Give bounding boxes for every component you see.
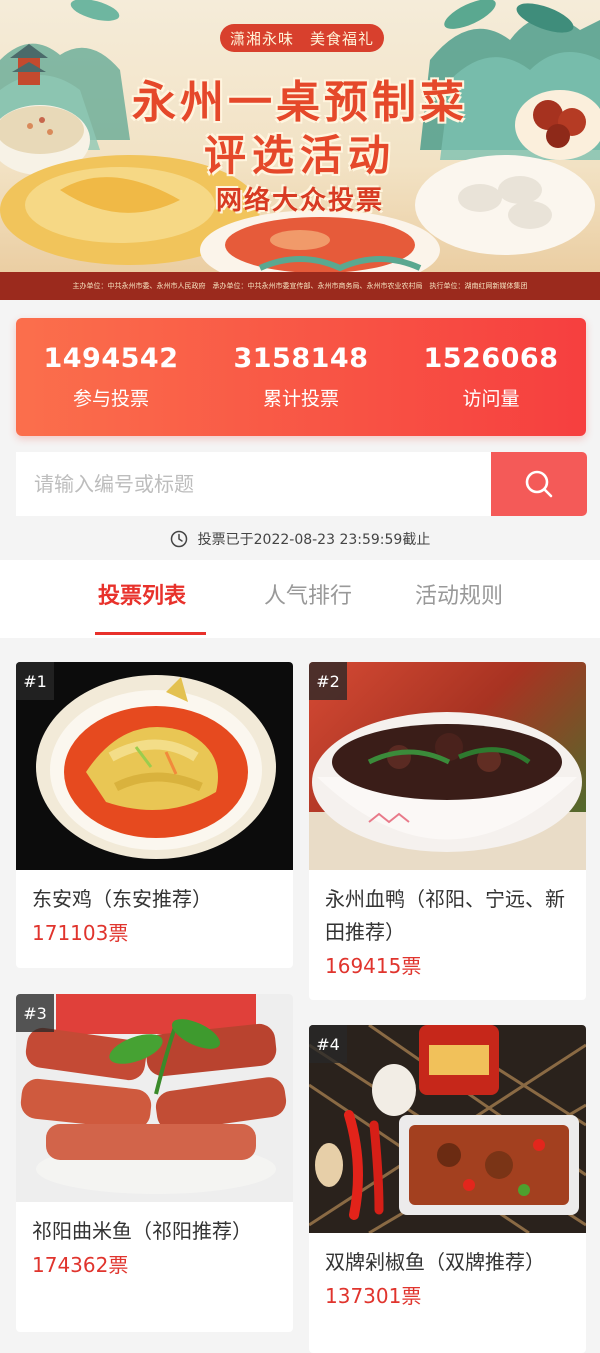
entry-card[interactable]: #2 永州血鸭（祁阳、宁远、新田推荐） 169415票 <box>309 662 586 1000</box>
rank-badge: #1 <box>16 662 54 700</box>
banner-slogan: 潇湘永味 美食福礼 <box>220 24 384 52</box>
tab-activity-rules[interactable]: 活动规则 <box>415 578 503 610</box>
tab-popularity-ranking[interactable]: 人气排行 <box>264 578 352 610</box>
stat-value: 1526068 <box>423 343 559 374</box>
deadline-notice: 投票已于2022-08-23 23:59:59截止 <box>0 528 600 550</box>
entry-title: 永州血鸭（祁阳、宁远、新田推荐） <box>325 887 565 944</box>
stat-label: 累计投票 <box>262 388 339 410</box>
stat-value: 3158148 <box>233 343 369 374</box>
entry-image: #2 <box>309 662 586 870</box>
banner: 潇湘永味 美食福礼 永州一桌预制菜 评选活动 网络大众投票 主办单位：中共永州市… <box>0 0 600 300</box>
rank-badge: #4 <box>309 1025 347 1063</box>
organizer-bar: 主办单位：中共永州市委、永州市人民政府 承办单位：中共永州市委宣传部、永州市商务… <box>0 272 600 300</box>
search-icon <box>523 468 555 500</box>
entry-votes: 174362票 <box>32 1253 129 1277</box>
stat-value: 1494542 <box>43 343 179 374</box>
entry-card[interactable]: #1 东安鸡（东安推荐） 171103票 <box>16 662 293 968</box>
entry-title: 双牌剁椒鱼（双牌推荐） <box>325 1250 545 1274</box>
banner-title-line2: 评选活动 <box>203 131 396 180</box>
search-input[interactable] <box>16 452 491 516</box>
entry-image: #3 <box>16 994 293 1202</box>
banner-title: 永州一桌预制菜 <box>132 77 468 128</box>
stat-participants: 1494542 参与投票 <box>16 318 206 436</box>
tab-vote-list[interactable]: 投票列表 <box>98 578 186 610</box>
entry-card[interactable]: #3 祁阳曲米鱼（祁阳推荐） 174362票 <box>16 994 293 1332</box>
rank-badge: #2 <box>309 662 347 700</box>
search-button[interactable] <box>491 452 587 516</box>
banner-subtitle: 网络大众投票 <box>215 186 384 216</box>
entry-image: #1 <box>16 662 293 870</box>
entry-title: 东安鸡（东安推荐） <box>32 887 212 911</box>
clock-icon <box>170 530 188 548</box>
stat-label: 访问量 <box>462 388 520 410</box>
entry-title: 祁阳曲米鱼（祁阳推荐） <box>32 1219 252 1243</box>
deadline-text: 投票已于2022-08-23 23:59:59截止 <box>197 532 431 548</box>
entry-votes: 169415票 <box>325 954 422 978</box>
search-bar <box>16 452 587 516</box>
entry-card[interactable]: #4 双牌剁椒鱼（双牌推荐） 137301票 <box>309 1025 586 1353</box>
stats-card: 1494542 参与投票 3158148 累计投票 1526068 访问量 <box>16 318 586 436</box>
active-tab-indicator <box>95 632 206 635</box>
stat-visits: 1526068 访问量 <box>396 318 586 436</box>
entry-votes: 137301票 <box>325 1284 422 1308</box>
tab-bar: 投票列表 人气排行 活动规则 <box>0 560 600 638</box>
stat-total-votes: 3158148 累计投票 <box>206 318 396 436</box>
entry-image: #4 <box>309 1025 586 1233</box>
entry-votes: 171103票 <box>32 921 129 945</box>
stat-label: 参与投票 <box>72 388 149 410</box>
rank-badge: #3 <box>16 994 54 1032</box>
